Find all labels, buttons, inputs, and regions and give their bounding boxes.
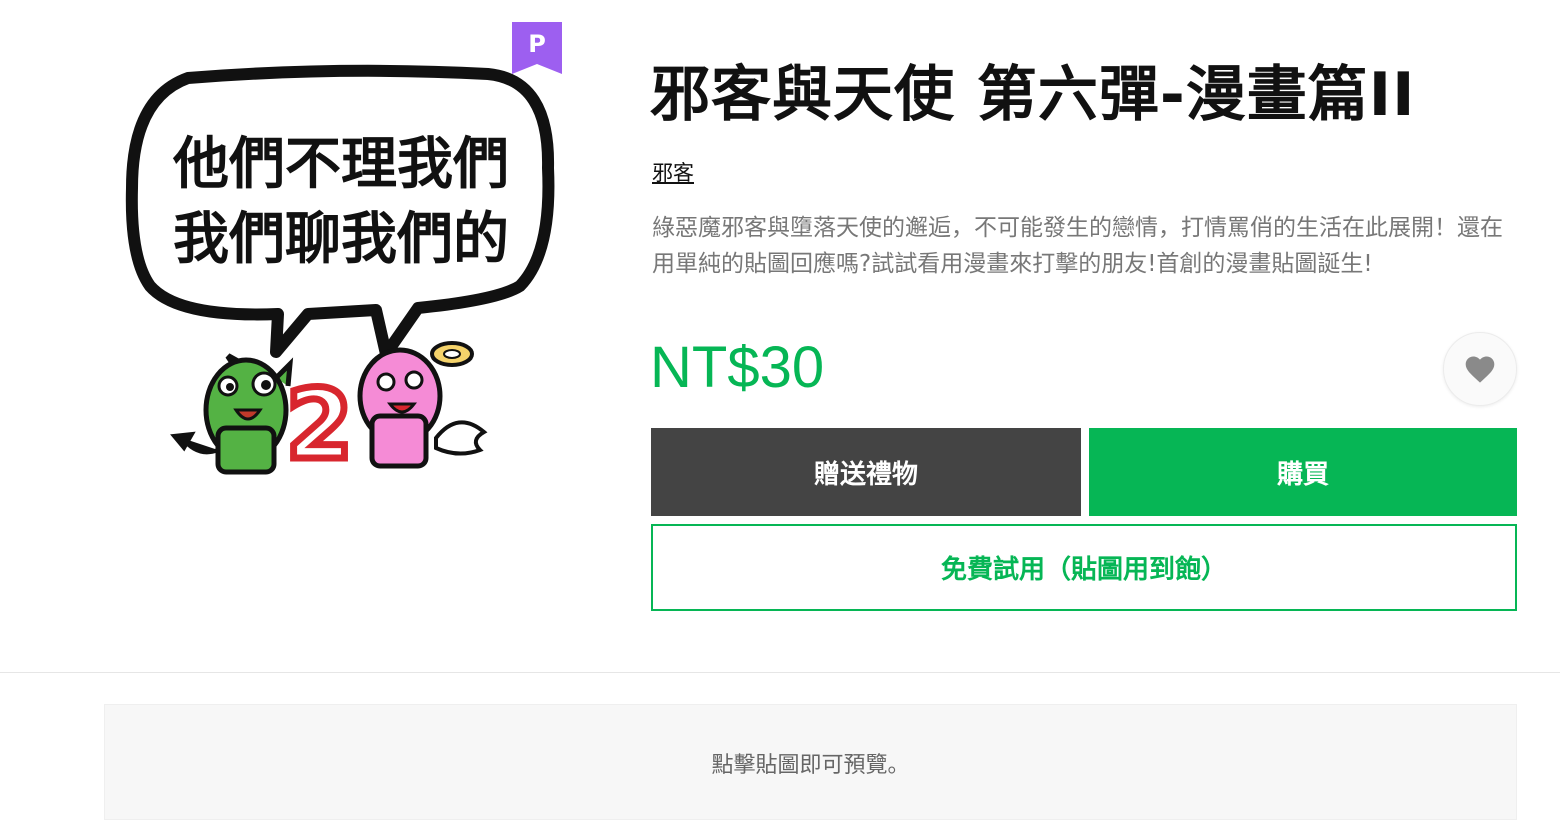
author-link[interactable]: 邪客 <box>652 158 694 188</box>
premium-badge: P <box>512 22 562 74</box>
gift-button[interactable]: 贈送禮物 <box>651 428 1081 516</box>
product-price: NT$30 <box>650 335 825 400</box>
section-divider <box>0 672 1560 673</box>
sticker-number: 2 <box>286 369 353 478</box>
sticker-preview-area[interactable]: 點擊貼圖即可預覽。 <box>104 704 1517 820</box>
sticker-main-image: 他們不理我們 我們聊我們的 2 <box>118 18 568 485</box>
product-title: 邪客與天使 第六彈-漫畫篇II <box>650 60 1416 130</box>
angel-character <box>357 341 488 469</box>
free-trial-button[interactable]: 免費試用（貼圖用到飽） <box>651 524 1517 611</box>
devil-character <box>170 353 294 475</box>
product-description: 綠惡魔邪客與墮落天使的邂逅，不可能發生的戀情，打情罵俏的生活在此展開！還在用單純… <box>652 215 1503 277</box>
premium-badge-letter: P <box>528 30 546 58</box>
heart-icon <box>1465 356 1495 383</box>
favorite-button[interactable] <box>1443 332 1517 406</box>
buy-button[interactable]: 購買 <box>1089 428 1517 516</box>
preview-hint-text: 點擊貼圖即可預覽。 <box>711 753 910 778</box>
sticker-text-line-1: 他們不理我們 <box>172 132 509 197</box>
sticker-text-line-2: 我們聊我們的 <box>173 207 509 272</box>
